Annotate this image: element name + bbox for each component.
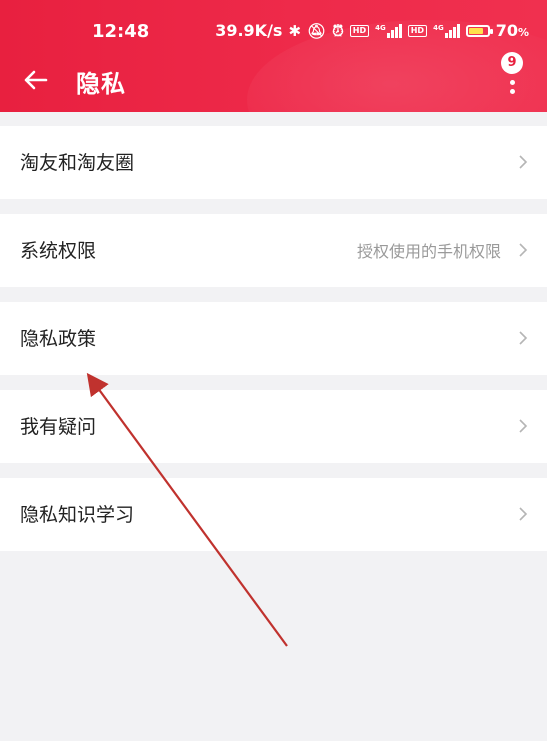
- list-item-privacy-learning[interactable]: 隐私知识学习: [0, 478, 547, 551]
- chevron-right-icon: [519, 243, 528, 257]
- hd-badge: HD: [349, 24, 370, 37]
- more-button[interactable]: 9: [493, 52, 533, 106]
- signal-icon-2: 4G: [433, 23, 460, 38]
- list-item-label: 隐私知识学习: [20, 504, 135, 526]
- list-item-privacy-policy[interactable]: 隐私政策: [0, 302, 547, 375]
- chevron-right-icon: [519, 331, 528, 345]
- status-time: 12:48: [92, 21, 150, 42]
- list-item-label: 我有疑问: [20, 416, 97, 438]
- chevron-right-icon: [519, 419, 528, 433]
- list-item-questions[interactable]: 我有疑问: [0, 390, 547, 463]
- list-item-label: 隐私政策: [20, 328, 97, 350]
- list-item-label: 淘友和淘友圈: [20, 152, 135, 174]
- network-speed: 39.9K/s: [215, 21, 283, 40]
- chevron-right-icon: [519, 155, 528, 169]
- top-header: 12:48 39.9K/s ✱ 🔕︎ ⏰︎ HD 4G HD 4G 70% 隐私…: [0, 0, 547, 112]
- list-item-friends[interactable]: 淘友和淘友圈: [0, 126, 547, 199]
- battery-level: 70%: [495, 21, 529, 40]
- hd-badge-2: HD: [407, 24, 428, 37]
- signal-icon: 4G: [375, 23, 402, 38]
- more-vertical-icon: [510, 80, 515, 98]
- chevron-right-icon: [519, 507, 528, 521]
- status-bar: 12:48 39.9K/s ✱ 🔕︎ ⏰︎ HD 4G HD 4G 70%: [0, 0, 547, 46]
- page-title: 隐私: [76, 70, 126, 98]
- list-item-hint: 授权使用的手机权限: [356, 242, 501, 261]
- nav-bar: 隐私 9: [0, 52, 547, 108]
- alarm-icon: ⏰︎: [332, 21, 344, 40]
- status-right: 39.9K/s ✱ 🔕︎ ⏰︎ HD 4G HD 4G 70%: [215, 21, 529, 40]
- back-button[interactable]: [18, 62, 54, 98]
- list-item-label: 系统权限: [20, 240, 97, 262]
- notification-badge: 9: [501, 52, 523, 74]
- battery-icon: [465, 24, 493, 37]
- bluetooth-icon: ✱: [288, 21, 302, 40]
- list-item-system-permissions[interactable]: 系统权限 授权使用的手机权限: [0, 214, 547, 287]
- mute-icon: 🔕︎: [307, 21, 327, 40]
- back-arrow-icon: [24, 70, 48, 90]
- network-type: 4G: [375, 23, 386, 32]
- network-type-2: 4G: [433, 23, 444, 32]
